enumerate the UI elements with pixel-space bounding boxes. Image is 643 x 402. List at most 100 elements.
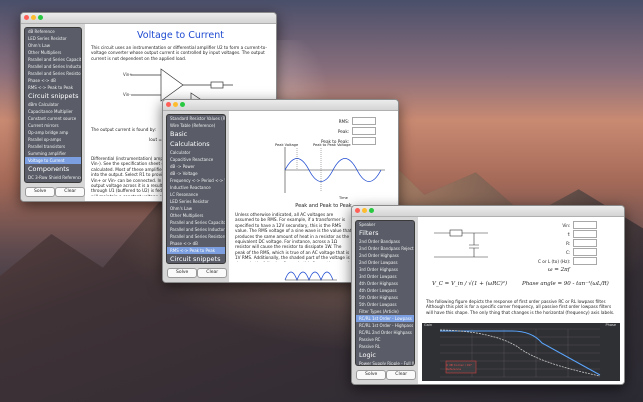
- sidebar-item[interactable]: LED Series Resistor: [167, 198, 225, 205]
- zoom-button[interactable]: [369, 208, 374, 213]
- zoom-button[interactable]: [180, 102, 185, 107]
- solve-button[interactable]: Solve: [167, 268, 198, 278]
- sidebar: Standard Resistor Values (Reference)Wire…: [163, 111, 229, 282]
- bode-plot: 0 dB Corner / 90° Reference Gain Phase: [422, 323, 620, 381]
- sidebar-item[interactable]: Capacitance Multiplier: [25, 108, 81, 115]
- sidebar-item[interactable]: Parallel and Series Capacitors: [167, 219, 225, 226]
- sidebar-section-header: Basic Calculations: [170, 130, 210, 148]
- sidebar-item[interactable]: Power Supply Ripple - Full Wave: [356, 360, 414, 365]
- sidebar-item[interactable]: DC 3-Row Shield Reference: [25, 174, 81, 181]
- sidebar-item[interactable]: Ohm's Law: [25, 42, 81, 49]
- window-titlebar[interactable]: [352, 206, 624, 217]
- sidebar-item[interactable]: Calculator: [167, 149, 225, 156]
- sidebar-item[interactable]: Capacitive Reactance: [167, 156, 225, 163]
- peak-field[interactable]: Peak:: [338, 127, 377, 135]
- frequency-field[interactable]: f:: [568, 230, 598, 238]
- clear-button[interactable]: Clear: [55, 187, 86, 197]
- sidebar-item[interactable]: Other Multipliers: [167, 212, 225, 219]
- sidebar-item[interactable]: RMS <-> Peak to Peak: [25, 84, 81, 91]
- peak-voltage-label: Peak Voltage: [275, 143, 299, 147]
- minimize-button[interactable]: [173, 102, 178, 107]
- sidebar-item[interactable]: Parallel and Series Resistors: [25, 70, 81, 77]
- sidebar-item[interactable]: 3rd Order Highpass: [356, 266, 414, 273]
- sidebar-item-selected[interactable]: Voltage to Current: [25, 157, 81, 164]
- sidebar-list[interactable]: Standard Resistor Values (Reference)Wire…: [166, 114, 226, 264]
- sidebar-item[interactable]: 4th Order Highpass: [356, 280, 414, 287]
- sidebar-item[interactable]: Parallel op-amps: [25, 136, 81, 143]
- zoom-button[interactable]: [38, 15, 43, 20]
- corner-frequency-field[interactable]: C or L (to) (Hz):: [538, 257, 598, 265]
- sidebar-item[interactable]: Other Multipliers: [25, 49, 81, 56]
- sidebar-item[interactable]: Parallel and Series Inductors: [25, 63, 81, 70]
- waveform-diagram: [284, 147, 385, 193]
- sidebar-item[interactable]: Current mirrors: [25, 122, 81, 129]
- close-button[interactable]: [24, 15, 29, 20]
- sidebar-item[interactable]: 3rd Order Lowpass: [356, 273, 414, 280]
- minimize-button[interactable]: [31, 15, 36, 20]
- sidebar-item[interactable]: 4th Order Lowpass: [356, 287, 414, 294]
- svg-text:Vin+: Vin+: [123, 72, 133, 77]
- sidebar-item[interactable]: RC/RL 1st Order - Highpass: [356, 322, 414, 329]
- clear-button[interactable]: Clear: [197, 268, 228, 278]
- svg-text:Vin-: Vin-: [123, 92, 131, 97]
- window-titlebar[interactable]: [163, 100, 398, 111]
- sidebar-item[interactable]: Phase <-> dB: [167, 240, 225, 247]
- sidebar-item[interactable]: Passive RC: [356, 336, 414, 343]
- sidebar-list[interactable]: Speaker Filters 2nd Order Bandpass 2nd Orde…: [355, 220, 415, 366]
- sidebar-item[interactable]: 2nd Order Highpass: [356, 252, 414, 259]
- sidebar-item[interactable]: Constant current source: [25, 115, 81, 122]
- sidebar-item[interactable]: Ohm's Law: [167, 205, 225, 212]
- clear-button[interactable]: Clear: [386, 370, 417, 380]
- sidebar-item[interactable]: Wire Table (Reference): [167, 122, 225, 129]
- sidebar-item[interactable]: Parallel and Series Inductors: [167, 226, 225, 233]
- sidebar-item[interactable]: dB -> Voltage: [167, 170, 225, 177]
- sidebar-item-selected[interactable]: RMS <-> Peak to Peak: [167, 247, 225, 254]
- omega-formula: ω = 2πf: [548, 267, 570, 273]
- sidebar-item[interactable]: Standard Resistor Values (Reference): [167, 115, 225, 122]
- sidebar-item[interactable]: dB Reference: [25, 28, 81, 35]
- close-button[interactable]: [166, 102, 171, 107]
- sidebar-item[interactable]: Parallel and Series Capacitors: [25, 56, 81, 63]
- sidebar-section-header: Filters: [359, 229, 379, 237]
- sidebar-list[interactable]: dB Reference LED Series Resistor Ohm's Law…: [24, 27, 82, 183]
- rectified-wave-diagram: [284, 271, 337, 281]
- solve-button[interactable]: Solve: [356, 370, 387, 380]
- plot-legend: 0 dB Corner / 90° Reference: [446, 363, 473, 371]
- sidebar-item[interactable]: Passive RL: [356, 343, 414, 350]
- sidebar-item[interactable]: dBm Calculator: [25, 101, 81, 108]
- close-button[interactable]: [355, 208, 360, 213]
- sidebar-item-selected[interactable]: RC/RL 1st Order - Lowpass: [356, 315, 414, 322]
- phase-axis-title: Phase: [605, 323, 616, 327]
- vin-field[interactable]: Vin:: [562, 221, 598, 229]
- page-title: Voltage to Current: [137, 30, 224, 41]
- sidebar-item[interactable]: Op-amp bridge amp: [25, 129, 81, 136]
- p2p-voltage-label: Peak to Peak Voltage: [313, 143, 351, 147]
- sidebar-item[interactable]: Resistor Color Code Decoder: [25, 181, 81, 182]
- sidebar-item[interactable]: Parallel transistors: [25, 143, 81, 150]
- sidebar-item[interactable]: Inductive Reactance: [167, 184, 225, 191]
- sidebar-section-header: Circuit snippets: [28, 92, 79, 100]
- sidebar-item[interactable]: dB -> Power: [167, 163, 225, 170]
- sidebar-item[interactable]: 5th Order Lowpass: [356, 301, 414, 308]
- sidebar-item[interactable]: Frequency <-> Period <-> Wavelength: [167, 177, 225, 184]
- sidebar-item[interactable]: LED Series Resistor: [25, 35, 81, 42]
- solve-button[interactable]: Solve: [25, 187, 56, 197]
- sidebar-item[interactable]: 2nd Order Bandpass: [356, 238, 414, 245]
- time-label: Time: [339, 196, 348, 200]
- sidebar-item[interactable]: Filter Types (Article): [356, 308, 414, 315]
- body-text: The following figure depicts the respons…: [426, 299, 615, 315]
- rms-field[interactable]: RMS:: [339, 117, 377, 125]
- sidebar-item[interactable]: 2nd Order Lowpass: [356, 259, 414, 266]
- sidebar-item[interactable]: Phase <-> dB: [25, 77, 81, 84]
- sidebar-item[interactable]: 5th Order Highpass: [356, 294, 414, 301]
- sidebar-item[interactable]: Summing amplifier: [25, 150, 81, 157]
- resistance-field[interactable]: R:: [566, 239, 598, 247]
- minimize-button[interactable]: [362, 208, 367, 213]
- sidebar-item[interactable]: RC/RL 2nd Order Highpass: [356, 329, 414, 336]
- sidebar-item[interactable]: Speaker: [356, 221, 414, 228]
- sidebar-item[interactable]: Parallel and Series Resistors: [167, 233, 225, 240]
- capacitance-field[interactable]: C:: [566, 248, 598, 256]
- sidebar-item[interactable]: 2nd Order Bandpass Reject: [356, 245, 414, 252]
- sidebar-item[interactable]: LC Resonance: [167, 191, 225, 198]
- window-titlebar[interactable]: [21, 13, 276, 24]
